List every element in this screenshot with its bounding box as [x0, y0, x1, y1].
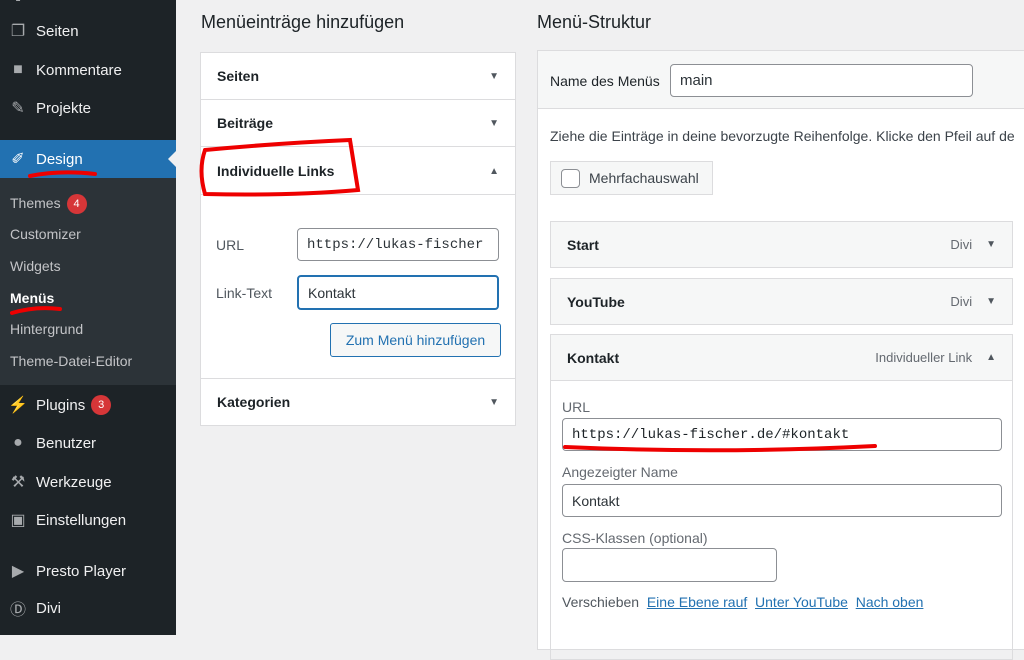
divi-icon: Ⓓ: [9, 602, 26, 619]
menu-structure-panel: Name des Menüs main Ziehe die Einträge i…: [537, 50, 1024, 660]
bulk-select-checkbox[interactable]: [561, 168, 580, 188]
menu-name-header: Name des Menüs main: [538, 51, 1024, 109]
sidebar-label: Design: [36, 150, 83, 168]
section-beitraege[interactable]: Beiträge ▼: [201, 100, 515, 147]
move-label: Verschieben: [562, 594, 640, 610]
link-text-input[interactable]: Kontakt: [297, 275, 499, 310]
item-css-label: CSS-Klassen (optional): [562, 530, 708, 546]
sidebar-item-seiten[interactable]: ❐ Seiten: [0, 13, 176, 49]
submenu-hintergrund[interactable]: Hintergrund: [10, 319, 83, 339]
move-under-youtube-link[interactable]: Unter YouTube: [755, 594, 848, 610]
sidebar-label: Kommentare: [36, 61, 122, 79]
pin-icon: ✎: [11, 100, 25, 117]
item-url-label: URL: [562, 399, 591, 415]
menu-structure-heading: Menü-Struktur: [537, 12, 652, 32]
sidebar-item-presto-player[interactable]: ▶ Presto Player: [0, 553, 176, 589]
move-row: Verschieben Eine Ebene rauf Unter YouTub…: [562, 594, 923, 610]
sidebar-label: Projekte: [36, 99, 92, 117]
sidebar-label: Plugins: [36, 396, 86, 414]
item-url-input[interactable]: https://lukas-fischer.de/#kontakt: [562, 418, 1002, 451]
submenu-customizer[interactable]: Customizer: [10, 224, 81, 244]
add-items-accordion: Seiten ▼ Beiträge ▼ Individuelle Links ▲ UR…: [200, 52, 516, 426]
admin-sidebar: ▪ ❐Seiten ■Kommentare ✎Projekte ✐Design …: [0, 0, 176, 635]
menu-name-input[interactable]: main: [670, 64, 973, 97]
dashboard-icon: ▪: [0, 0, 36, 9]
instructions-text: Ziehe die Einträge in deine bevorzugte R…: [550, 128, 1015, 144]
update-badge: 4: [66, 194, 87, 215]
sidebar-item-design[interactable]: ✐ Design: [0, 140, 176, 178]
update-badge: 3: [91, 395, 112, 415]
move-to-top-link[interactable]: Nach oben: [856, 594, 924, 610]
chevron-down-icon[interactable]: ▼: [986, 296, 996, 307]
menu-item-start[interactable]: Start Divi ▼: [550, 221, 1013, 268]
menu-item-settings: URL https://lukas-fischer.de/#kontakt An…: [550, 380, 1013, 660]
sidebar-label: Seiten: [36, 22, 79, 40]
section-individuelle-links[interactable]: Individuelle Links ▲: [201, 148, 515, 195]
sidebar-item-einstellungen[interactable]: ▣ Einstellungen: [0, 502, 176, 538]
sidebar-item-werkzeuge[interactable]: ⚒ Werkzeuge: [0, 464, 176, 500]
bulk-select-toggle[interactable]: Mehrfachauswahl: [550, 161, 713, 195]
sidebar-item-plugins[interactable]: ⚡ Plugins 3: [0, 387, 176, 423]
sidebar-item-divi[interactable]: Ⓓ Divi: [0, 590, 176, 626]
settings-icon: ▣: [10, 512, 26, 529]
item-name-label: Angezeigter Name: [562, 464, 678, 480]
chevron-down-icon: ▼: [489, 396, 499, 408]
sidebar-label: Divi: [36, 599, 61, 617]
add-to-menu-button[interactable]: Zum Menü hinzufügen: [330, 323, 501, 357]
url-input[interactable]: https://lukas-fischer: [297, 228, 499, 261]
sidebar-label: Presto Player: [36, 562, 127, 580]
play-icon: ▶: [11, 563, 25, 580]
section-kategorien[interactable]: Kategorien ▼: [201, 378, 515, 425]
chevron-down-icon: ▼: [489, 117, 499, 129]
sidebar-item-benutzer[interactable]: ● Benutzer: [0, 425, 176, 461]
wrench-icon: ⚒: [10, 474, 26, 491]
menu-item-youtube[interactable]: YouTube Divi ▼: [550, 278, 1013, 325]
chevron-down-icon: ▼: [489, 70, 499, 82]
design-submenu: Themes 4 Customizer Widgets Menüs Hinterg…: [0, 178, 176, 385]
section-seiten[interactable]: Seiten ▼: [201, 53, 515, 100]
submenu-menus[interactable]: Menüs: [10, 288, 54, 308]
chevron-up-icon[interactable]: ▲: [986, 352, 996, 363]
url-label: URL: [216, 237, 245, 253]
brush-icon: ✐: [11, 151, 25, 168]
sidebar-label: Werkzeuge: [36, 473, 112, 491]
item-css-input[interactable]: [562, 548, 777, 582]
user-icon: ●: [13, 434, 23, 451]
sidebar-item-projekte[interactable]: ✎ Projekte: [0, 90, 176, 126]
menu-item-kontakt[interactable]: Kontakt Individueller Link ▲: [550, 334, 1013, 381]
add-items-heading: Menüeinträge hinzufügen: [201, 12, 405, 32]
plugin-icon: ⚡: [8, 397, 28, 414]
chevron-down-icon[interactable]: ▼: [986, 239, 996, 250]
submenu-theme-editor[interactable]: Theme-Datei-Editor: [10, 351, 132, 371]
sidebar-label: Einstellungen: [36, 511, 127, 529]
pages-icon: ❐: [10, 23, 26, 40]
link-text-label: Link-Text: [216, 285, 273, 301]
item-name-input[interactable]: Kontakt: [562, 484, 1002, 517]
bulk-select-label: Mehrfachauswahl: [589, 170, 699, 186]
submenu-themes[interactable]: Themes 4: [10, 193, 87, 215]
menu-name-label: Name des Menüs: [550, 73, 660, 89]
comment-icon: ■: [13, 61, 23, 78]
sidebar-item-kommentare[interactable]: ■ Kommentare: [0, 52, 176, 88]
sidebar-label: Benutzer: [36, 434, 97, 452]
chevron-up-icon: ▲: [489, 165, 499, 177]
submenu-widgets[interactable]: Widgets: [10, 256, 61, 276]
move-up-level-link[interactable]: Eine Ebene rauf: [647, 594, 747, 610]
